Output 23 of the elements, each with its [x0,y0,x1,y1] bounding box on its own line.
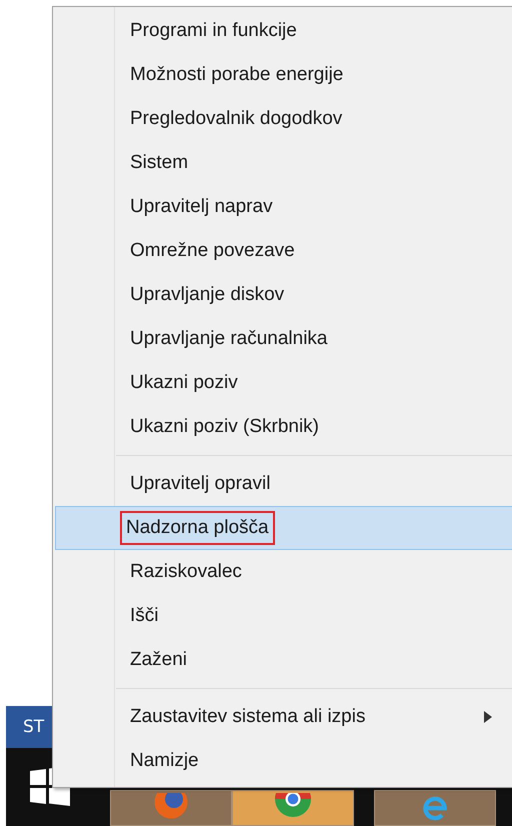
menu-item[interactable]: Ukazni poziv [55,361,512,405]
menu-item[interactable]: Nadzorna plošča [55,506,512,550]
menu-item[interactable]: Raziskovalec [55,550,512,594]
menu-item[interactable]: Upravljanje diskov [55,273,512,317]
menu-item[interactable]: Omrežne povezave [55,229,512,273]
submenu-arrow-icon [484,711,492,723]
menu-item[interactable]: Upravitelj naprav [55,185,512,229]
menu-item[interactable]: Pregledovalnik dogodkov [55,97,512,141]
menu-item[interactable]: Upravljanje računalnika [55,317,512,361]
menu-item[interactable]: Sistem [55,141,512,185]
taskbar-button[interactable] [232,790,354,826]
menu-item[interactable]: Zaustavitev sistema ali izpis [55,695,512,739]
menu-item[interactable]: Upravitelj opravil [55,462,512,506]
menu-item[interactable]: Zaženi [55,638,512,682]
browser-e-icon [421,794,449,822]
taskbar-button[interactable] [110,790,232,826]
taskbar-button[interactable] [374,790,496,826]
menu-item[interactable]: Programi in funkcije [55,9,512,53]
menu-item[interactable]: Išči [55,594,512,638]
start-label: ST [22,717,44,737]
menu-item[interactable]: Ukazni poziv (Skrbnik) [55,405,512,449]
menu-item[interactable]: Možnosti porabe energije [55,53,512,97]
menu-item[interactable]: Namizje [55,739,512,783]
